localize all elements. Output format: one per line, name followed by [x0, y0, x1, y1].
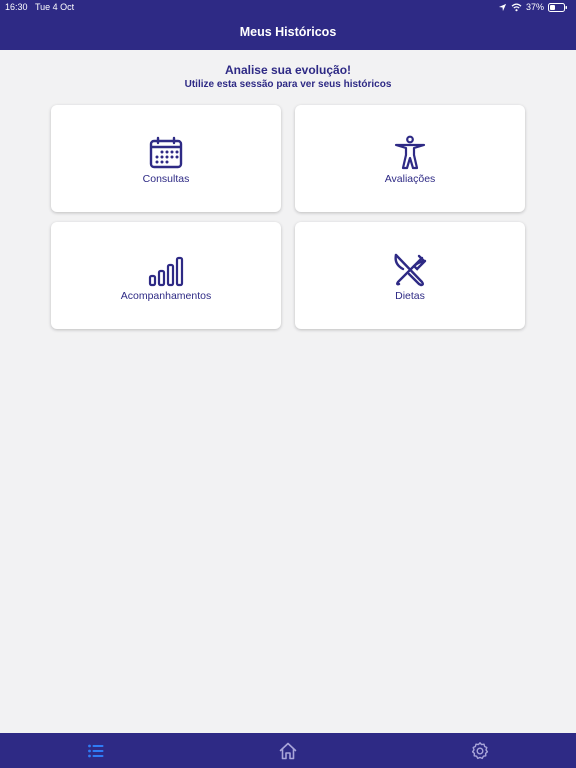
battery-percent: 37% [525, 2, 544, 12]
fork-knife-icon [394, 253, 427, 287]
status-indicators: 37% [498, 1, 568, 13]
status-time: 16:30 [5, 2, 28, 12]
settings-icon [471, 742, 489, 760]
intro-title: Analise sua evolução! [224, 63, 352, 77]
list-icon [88, 744, 104, 758]
card-label-dietas: Dietas [395, 290, 425, 302]
top-bar: 16:30 Tue 4 Oct 37% Meus Históricos [0, 0, 576, 50]
intro-subtitle: Utilize esta sessão para ver seus histór… [184, 79, 392, 90]
card-avaliacoes[interactable]: Avaliações [295, 105, 525, 212]
card-consultas[interactable]: Consultas [51, 105, 281, 212]
intro-section: Analise sua evolução! Utilize esta sessã… [0, 63, 576, 92]
battery-icon [548, 2, 567, 12]
tab-list[interactable] [86, 741, 106, 761]
card-label-avaliacoes: Avaliações [384, 173, 436, 185]
card-label-consultas: Consultas [142, 173, 190, 185]
tab-settings[interactable] [470, 741, 490, 761]
card-dietas[interactable]: Dietas [295, 222, 525, 329]
person-accessibility-icon [394, 135, 426, 170]
screen: 16:30 Tue 4 Oct 37% Meus Históricos Anal… [0, 0, 576, 768]
wifi-icon [511, 2, 522, 11]
card-acompanhamentos[interactable]: Acompanhamentos [51, 222, 281, 329]
bar-chart-icon [148, 256, 184, 287]
location-arrow-icon [498, 3, 507, 11]
tab-bar [0, 733, 576, 768]
calendar-icon [149, 136, 183, 169]
home-icon [279, 742, 297, 760]
card-label-acompanhamentos: Acompanhamentos [120, 290, 212, 302]
status-date: Tue 4 Oct [35, 2, 75, 12]
tab-home[interactable] [278, 741, 298, 761]
page-title: Meus Históricos [239, 25, 337, 39]
